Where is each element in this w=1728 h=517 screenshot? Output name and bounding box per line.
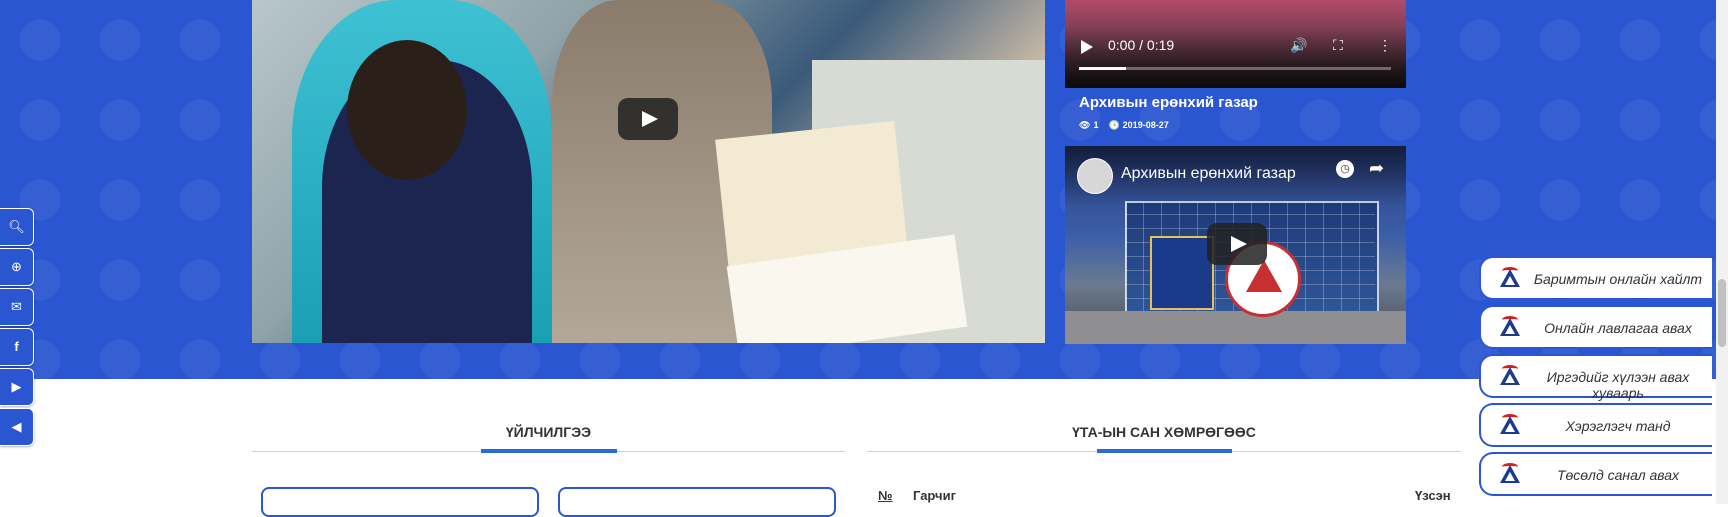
quick-link-document-search[interactable]: Баримтын онлайн хайлт bbox=[1479, 256, 1712, 300]
video-progress-fill bbox=[1079, 67, 1126, 70]
archive-logo-icon bbox=[1498, 365, 1522, 389]
fullscreen-icon[interactable]: ⛶ bbox=[1333, 37, 1343, 54]
video-thumbnail-ground bbox=[1065, 311, 1406, 344]
view-count: 1 bbox=[1093, 120, 1099, 130]
quick-link-label: Хэрэглэгч танд bbox=[1565, 418, 1671, 434]
channel-avatar[interactable] bbox=[1077, 158, 1113, 194]
quick-link-label: Иргэдийг хүлээн авах хуваарь bbox=[1546, 369, 1690, 401]
service-card[interactable] bbox=[261, 487, 539, 517]
quick-link-for-users[interactable]: Хэрэглэгч танд bbox=[1479, 403, 1712, 447]
table-header-number: № bbox=[878, 488, 893, 503]
service-card[interactable] bbox=[558, 487, 836, 517]
megaphone-icon[interactable]: ◀ bbox=[0, 408, 34, 446]
quick-link-label: Төсөлд санал авах bbox=[1556, 467, 1680, 483]
youtube-icon[interactable]: ▶ bbox=[0, 368, 34, 406]
envelope-icon[interactable]: ✉ bbox=[0, 288, 34, 326]
scrollbar-thumb[interactable] bbox=[1718, 279, 1726, 347]
publish-date: 2019-08-27 bbox=[1122, 120, 1169, 130]
video-controls: 0:00 / 0:19 🔊 ⛶ ⋮ bbox=[1065, 25, 1406, 88]
quick-link-label: Онлайн лавлагаа авах bbox=[1544, 320, 1692, 336]
video-time: 0:00 / 0:19 bbox=[1108, 37, 1175, 53]
eye-icon: 👁 bbox=[1079, 120, 1091, 130]
youtube-video-title[interactable]: Архивын ерөнхий газар bbox=[1121, 165, 1296, 183]
quick-link-label: Баримтын онлайн хайлт bbox=[1533, 271, 1703, 287]
main-video-player[interactable] bbox=[252, 0, 1045, 343]
quick-link-project-feedback[interactable]: Төсөлд санал авах bbox=[1479, 452, 1712, 496]
quick-link-online-reference[interactable]: Онлайн лавлагаа авах bbox=[1479, 305, 1712, 349]
side-video-title[interactable]: Архивын ерөнхий газар bbox=[1079, 94, 1258, 111]
archive-logo-icon bbox=[1498, 414, 1522, 438]
table-header-views: Үзсэн bbox=[1415, 488, 1451, 503]
page-scrollbar[interactable] bbox=[1716, 0, 1728, 504]
share-icon[interactable]: ➦ bbox=[1369, 158, 1384, 179]
archive-logo-icon bbox=[1498, 316, 1522, 340]
play-icon[interactable] bbox=[1207, 223, 1267, 265]
play-icon[interactable] bbox=[618, 98, 678, 140]
section-title-underline bbox=[481, 449, 617, 453]
archive-logo-icon bbox=[1498, 463, 1522, 487]
video-progress-bar[interactable] bbox=[1079, 67, 1391, 70]
table-header-title: Гарчиг bbox=[913, 488, 956, 503]
quick-link-reception-schedule[interactable]: Иргэдийг хүлээн авах хуваарь bbox=[1479, 354, 1712, 401]
mongolia-emblem bbox=[1150, 236, 1214, 310]
archive-logo-icon bbox=[1498, 267, 1522, 291]
services-section-title: ҮЙЛЧИЛГЭЭ bbox=[505, 424, 592, 440]
search-icon[interactable]: 🔍︎ bbox=[0, 208, 34, 246]
volume-icon[interactable]: 🔊 bbox=[1290, 37, 1307, 54]
youtube-embed-player[interactable]: Архивын ерөнхий газар ◷ ➦ bbox=[1065, 146, 1406, 344]
clock-icon: 🕓 bbox=[1108, 120, 1120, 130]
side-video-meta: 👁 1 🕓 2019-08-27 bbox=[1079, 120, 1169, 131]
watch-later-icon[interactable]: ◷ bbox=[1336, 160, 1354, 178]
video-thumbnail-person-head bbox=[347, 40, 467, 180]
section-title-underline bbox=[1097, 449, 1232, 453]
play-icon[interactable] bbox=[1081, 40, 1093, 54]
facebook-icon[interactable]: f bbox=[0, 328, 34, 366]
fund-section-title: ҮТА-ЫН САН ХӨМРӨГӨӨС bbox=[1072, 424, 1256, 440]
zoom-in-icon[interactable]: ⊕ bbox=[0, 248, 34, 286]
more-options-icon[interactable]: ⋮ bbox=[1378, 37, 1392, 54]
side-video-player[interactable]: 0:00 / 0:19 🔊 ⛶ ⋮ bbox=[1065, 0, 1406, 88]
